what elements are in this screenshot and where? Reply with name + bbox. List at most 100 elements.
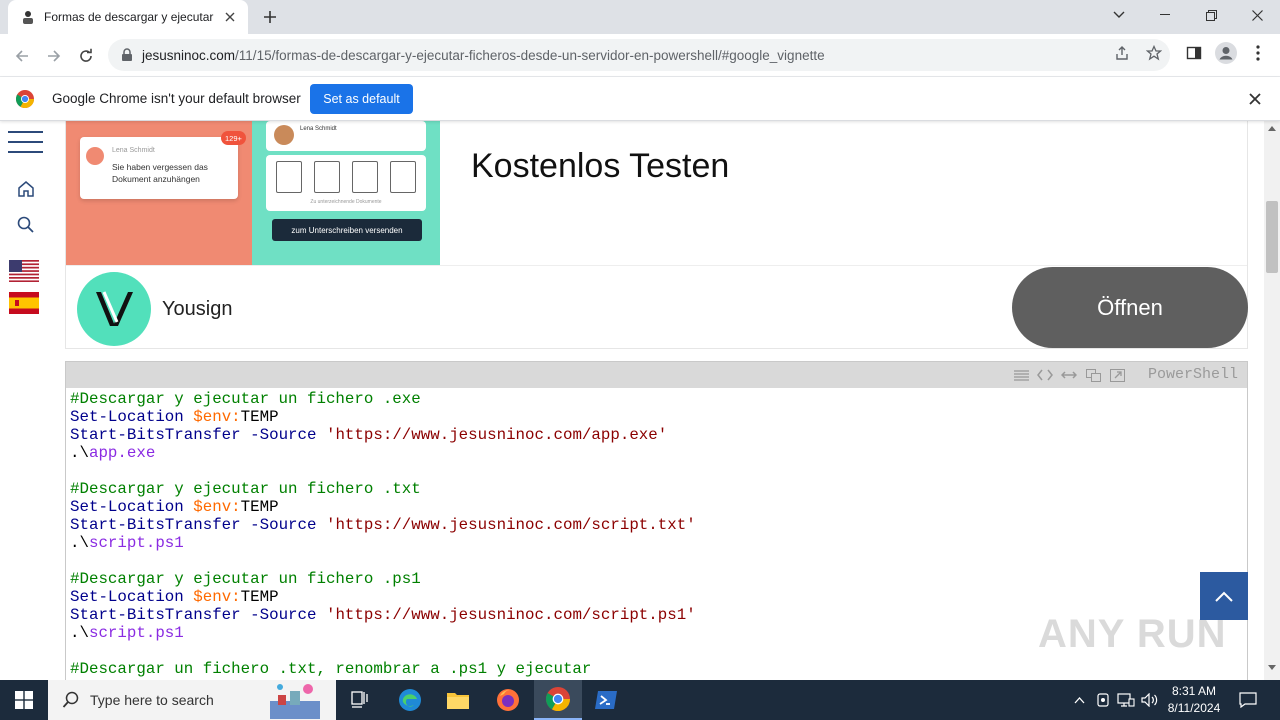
code-parameter: -Source [250, 426, 317, 444]
star-icon [1146, 45, 1162, 61]
powershell-taskbar-button[interactable] [582, 680, 630, 720]
taskbar-clock[interactable]: 8:31 AM 8/11/2024 [1160, 683, 1228, 717]
code-cmdlet: Set-Location [70, 498, 184, 516]
clock-date: 8/11/2024 [1167, 701, 1221, 715]
network-tray[interactable] [1116, 680, 1136, 720]
close-tab-icon[interactable] [222, 9, 238, 25]
code-string: 'https://www.jesusninoc.com/app.exe' [325, 426, 668, 444]
back-button[interactable] [8, 42, 36, 70]
code-language: PowerShell [1147, 366, 1238, 383]
close-window-button[interactable] [1234, 0, 1280, 30]
us-flag-icon[interactable] [9, 260, 39, 282]
web-page: Lena Schmidt Sie haben vergessen das Dok… [0, 121, 1264, 680]
ad-headline[interactable]: Kostenlos Testen [471, 147, 729, 186]
code-text: .\ [70, 534, 89, 552]
powershell-icon [595, 691, 617, 709]
code-comment: #Descargar y ejecutar un fichero .ps1 [70, 570, 421, 588]
plus-icon [264, 11, 276, 23]
tab-search-button[interactable] [1096, 0, 1142, 30]
taskbar-search[interactable]: Type here to search [48, 680, 336, 720]
back-icon [15, 50, 28, 62]
document-icon [352, 161, 378, 193]
code-text: TEMP [240, 408, 279, 426]
search-icon[interactable] [16, 215, 36, 235]
forward-icon [48, 50, 61, 62]
document-icon [276, 161, 302, 193]
task-view-button[interactable] [336, 680, 384, 720]
notification-badge: 129+ [221, 131, 246, 145]
ad-image: Lena Schmidt Sie haben vergessen das Dok… [66, 121, 440, 265]
firefox-taskbar-button[interactable] [484, 680, 532, 720]
reload-icon [80, 48, 92, 62]
address-bar[interactable]: jesusninoc.com/11/15/formas-de-descargar… [108, 39, 1170, 71]
code-cmdlet: Start-BitsTransfer [70, 426, 241, 444]
advertisement[interactable]: Lena Schmidt Sie haben vergessen das Dok… [65, 121, 1248, 349]
close-icon [1251, 9, 1263, 21]
open-window-icon[interactable] [1109, 367, 1125, 383]
code-string: 'https://www.jesusninoc.com/script.ps1' [325, 606, 696, 624]
close-icon[interactable] [1246, 90, 1264, 108]
ad-mail-text: Sie haben vergessen das Dokument anzuhän… [112, 162, 208, 184]
ad-mail-card: Lena Schmidt Sie haben vergessen das Dok… [80, 137, 238, 199]
menu-button[interactable] [1244, 39, 1272, 67]
expand-icon[interactable] [1061, 367, 1077, 383]
ad-open-button[interactable]: Öffnen [1012, 267, 1248, 348]
code-variable: $env: [193, 408, 241, 426]
edge-taskbar-button[interactable] [386, 680, 434, 720]
page-scrollbar[interactable] [1264, 121, 1280, 680]
es-flag-icon[interactable] [9, 292, 39, 314]
windows-taskbar: Type here to search 8:31 AM 8/11/2024 [0, 680, 1280, 720]
toggle-lines-icon[interactable] [1013, 367, 1029, 383]
tab-title: Formas de descargar y ejecutar f [44, 10, 214, 24]
set-default-button[interactable]: Set as default [310, 84, 413, 114]
new-tab-button[interactable] [258, 5, 282, 29]
chrome-taskbar-button[interactable] [534, 680, 582, 720]
share-button[interactable] [1108, 39, 1136, 67]
search-icon [62, 691, 79, 708]
minimize-icon [1160, 14, 1170, 15]
profile-icon [1215, 42, 1237, 64]
hamburger-menu-icon[interactable] [8, 131, 43, 153]
start-button[interactable] [0, 680, 48, 720]
chrome-icon [546, 687, 570, 711]
browser-tab[interactable]: Formas de descargar y ejecutar f [8, 0, 248, 34]
scroll-to-top-button[interactable] [1200, 572, 1248, 620]
windows-icon [15, 691, 33, 709]
url-domain: jesusninoc.com [142, 47, 236, 63]
url-text: jesusninoc.com/11/15/formas-de-descargar… [142, 48, 825, 63]
ad-image-right-panel: Lena Schmidt Zu unterzeichnende Dokument… [252, 121, 440, 265]
copy-icon[interactable] [1085, 367, 1101, 383]
network-icon [1117, 693, 1135, 707]
yousign-logo-icon [77, 272, 151, 346]
side-panel-button[interactable] [1180, 39, 1208, 67]
view-source-icon[interactable] [1037, 367, 1053, 383]
url-path: /11/15/formas-de-descargar-y-ejecutar-fi… [235, 47, 825, 63]
notification-center-button[interactable] [1234, 680, 1262, 720]
code-content: #Descargar y ejecutar un fichero .exe Se… [70, 390, 696, 678]
scrollbar-thumb[interactable] [1266, 201, 1278, 273]
clock-time: 8:31 AM [1171, 684, 1217, 698]
tray-expand-button[interactable] [1070, 680, 1088, 720]
scroll-up-icon[interactable] [1268, 125, 1276, 131]
browser-toolbar: jesusninoc.com/11/15/formas-de-descargar… [0, 34, 1280, 77]
volume-tray[interactable] [1140, 680, 1160, 720]
code-variable: $env: [193, 588, 241, 606]
scroll-down-icon[interactable] [1268, 665, 1276, 671]
code-path: script.ps1 [88, 534, 184, 552]
bookmark-button[interactable] [1140, 39, 1168, 67]
profile-button[interactable] [1212, 39, 1240, 67]
code-cmdlet: Set-Location [70, 408, 184, 426]
reload-button[interactable] [72, 42, 100, 70]
ad-image-left-panel: Lena Schmidt Sie haben vergessen das Dok… [66, 121, 252, 265]
code-string: 'https://www.jesusninoc.com/script.txt' [325, 516, 696, 534]
document-icon [390, 161, 416, 193]
code-cmdlet: Start-BitsTransfer [70, 516, 241, 534]
restore-button[interactable] [1188, 0, 1234, 30]
file-explorer-button[interactable] [434, 680, 482, 720]
forward-button[interactable] [40, 42, 68, 70]
anyrun-watermark: ANY RUN [1038, 612, 1227, 656]
maximize-icon [1205, 9, 1217, 21]
battery-tray[interactable] [1094, 680, 1112, 720]
minimize-button[interactable] [1142, 0, 1188, 30]
home-icon[interactable] [16, 179, 36, 199]
